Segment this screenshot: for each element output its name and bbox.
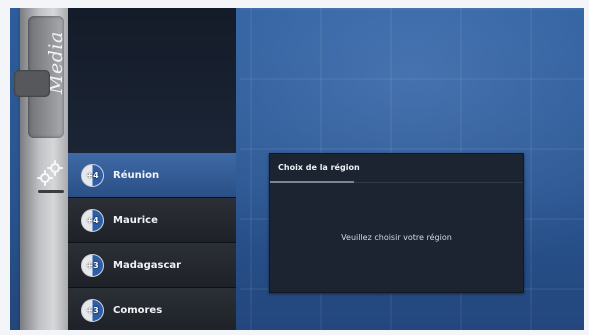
region-item-comores[interactable]: +3 Comores: [68, 288, 236, 330]
region-list: +4 Réunion +4 Maurice +3 Madagascar +3 C…: [68, 153, 236, 330]
region-item-madagascar[interactable]: +3 Madagascar: [68, 243, 236, 288]
timezone-badge: +4: [81, 208, 104, 232]
brand-logo-mark: [14, 70, 50, 97]
region-dialog: Choix de la région Veuillez choisir votr…: [269, 153, 524, 293]
preview-panel: [68, 8, 236, 153]
settings-active-indicator: [38, 190, 64, 193]
timezone-badge: +4: [81, 163, 104, 187]
region-label: Comores: [113, 304, 163, 316]
region-item-reunion[interactable]: +4 Réunion: [68, 153, 236, 198]
region-label: Réunion: [113, 169, 160, 181]
brand-logo-text: Media: [14, 31, 67, 97]
region-item-maurice[interactable]: +4 Maurice: [68, 198, 236, 243]
dialog-message: Veuillez choisir votre région: [270, 183, 523, 292]
region-label: Maurice: [113, 214, 158, 226]
timezone-badge: +3: [81, 298, 104, 322]
brand-logo: Media: [14, 16, 67, 138]
gear-icon[interactable]: [36, 158, 66, 188]
dialog-message-text: Veuillez choisir votre région: [341, 233, 452, 242]
region-label: Madagascar: [113, 259, 182, 271]
dialog-title: Choix de la région: [270, 154, 523, 183]
timezone-badge: +3: [81, 253, 104, 277]
tv-screen: Media +4 Réunion +4 Maurice +3 Madagasca…: [10, 8, 584, 330]
side-rail: Media: [14, 8, 68, 330]
